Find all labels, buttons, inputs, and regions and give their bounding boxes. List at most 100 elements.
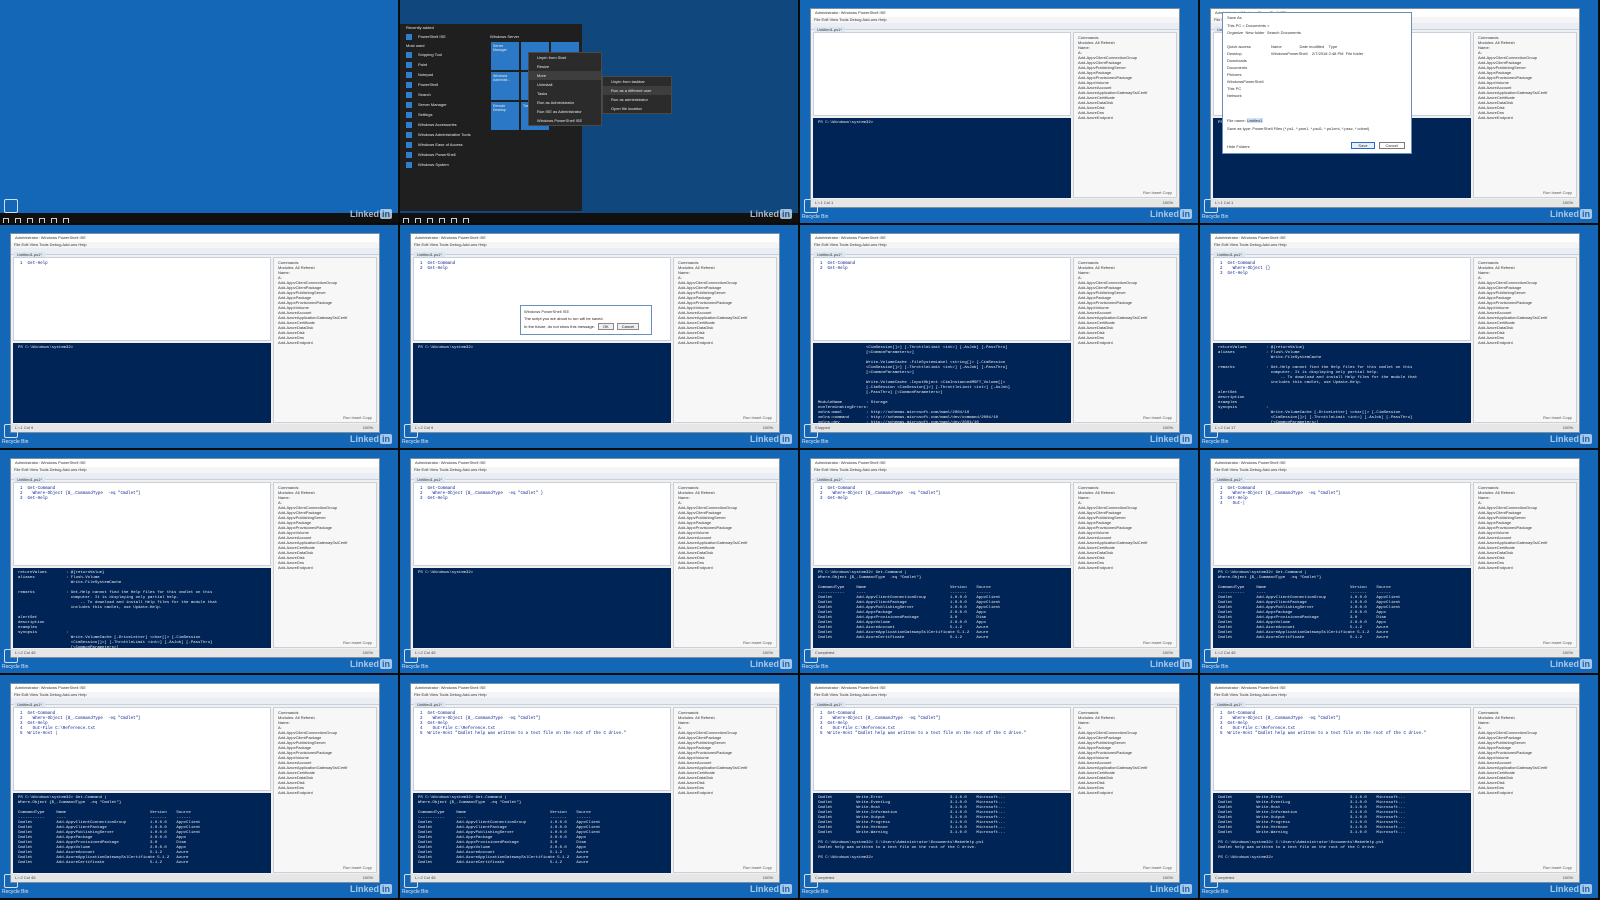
- ok-button[interactable]: OK: [597, 323, 614, 330]
- pane-buttons[interactable]: Run Insert Copy: [343, 415, 372, 420]
- console-pane[interactable]: PS C:\Windows\system32> Get-Command | Wh…: [1213, 568, 1471, 648]
- nav-item[interactable]: Network: [1227, 92, 1267, 99]
- sub-item[interactable]: Unpin from taskbar: [603, 77, 671, 86]
- console-pane[interactable]: PS C:\Windows\system32>: [813, 118, 1071, 198]
- command-list[interactable]: A: Add-AppvClientConnectionGroup Add-AppvC…: [1478, 725, 1572, 795]
- script-pane[interactable]: Untitled1.ps1* 1 Get-Command 2 Where-Obje…: [413, 477, 671, 566]
- command-list[interactable]: A: Add-AppvClientConnectionGroup Add-AppvC…: [1478, 500, 1572, 570]
- command-list-item[interactable]: Add-AzureEndpoint: [678, 340, 772, 345]
- script-code[interactable]: 1 Get-Command 2 Where-Object {$_.Command…: [1220, 487, 1341, 506]
- recycle-bin-icon[interactable]: [4, 649, 18, 663]
- script-tab[interactable]: Untitled1.ps1*: [1214, 477, 1245, 482]
- pane-buttons[interactable]: Run Insert Copy: [1143, 640, 1172, 645]
- zoom-level[interactable]: 100%: [363, 649, 373, 657]
- dialog-checkbox[interactable]: In the future, do not show this message.: [524, 324, 595, 329]
- script-tab[interactable]: Untitled1.ps1*: [14, 477, 45, 482]
- refresh-button[interactable]: Refresh: [1101, 40, 1115, 45]
- start-icon[interactable]: [403, 218, 409, 223]
- start-icon[interactable]: [3, 218, 9, 223]
- zoom-level[interactable]: 100%: [1563, 199, 1573, 207]
- script-pane[interactable]: Untitled1.ps1* 1 Get-Help: [13, 252, 271, 341]
- script-pane[interactable]: Untitled1.ps1*: [813, 27, 1071, 116]
- search-icon[interactable]: [415, 218, 421, 223]
- script-code[interactable]: 1 Get-Command 2 Get-Help: [420, 262, 455, 271]
- recycle-bin-icon[interactable]: [804, 874, 818, 888]
- command-list[interactable]: A: Add-AppvClientConnectionGroup Add-AppvC…: [1078, 500, 1172, 570]
- refresh-button[interactable]: Refresh: [1501, 265, 1515, 270]
- start-item[interactable]: Windows PowerShell: [400, 150, 582, 160]
- command-list[interactable]: A: Add-AppvClientConnectionGroup Add-AppvC…: [1078, 50, 1172, 120]
- start-item[interactable]: Windows System: [400, 160, 582, 170]
- recycle-bin-icon[interactable]: [4, 199, 18, 213]
- recycle-bin-icon[interactable]: [1204, 649, 1218, 663]
- script-tab[interactable]: Untitled1.ps1*: [1214, 702, 1245, 707]
- sub-item[interactable]: Open file location: [603, 104, 671, 113]
- ctx-item[interactable]: Run as Administrator: [529, 98, 601, 107]
- modules-select[interactable]: All: [1095, 715, 1099, 720]
- save-as-path[interactable]: This PC > Documents >: [1223, 22, 1411, 29]
- zoom-level[interactable]: 100%: [1163, 874, 1173, 882]
- modules-select[interactable]: All: [1495, 40, 1499, 45]
- nav-item[interactable]: Pictures: [1227, 71, 1267, 78]
- start-item[interactable]: Windows Ease of Access: [400, 140, 582, 150]
- script-code[interactable]: 1 Get-Command 2 Where-Object {$_.Command…: [20, 712, 141, 736]
- script-pane[interactable]: Untitled1.ps1* 1 Get-Command 2 Where-Obje…: [1213, 477, 1471, 566]
- nav-item[interactable]: Desktop: [1227, 50, 1267, 57]
- recycle-bin-icon[interactable]: [1204, 424, 1218, 438]
- command-list-item[interactable]: Add-AzureEndpoint: [1078, 790, 1172, 795]
- script-code[interactable]: 1 Get-Command 2 Where-Object {$_.Command…: [820, 487, 941, 501]
- recycle-bin-icon[interactable]: [4, 424, 18, 438]
- recycle-bin-icon[interactable]: [404, 649, 418, 663]
- console-pane[interactable]: PS C:\Windows\system32>: [413, 568, 671, 648]
- command-list-item[interactable]: Add-AzureEndpoint: [1478, 565, 1572, 570]
- folder-icon[interactable]: [51, 218, 57, 223]
- script-code[interactable]: 1 Get-Command 2 Where-Object {$_.Command…: [820, 712, 1026, 736]
- modules-select[interactable]: All: [695, 715, 699, 720]
- type-select[interactable]: PowerShell Files (*.ps1, *.psm1, *.psd1,…: [1252, 126, 1369, 131]
- pane-buttons[interactable]: Run Insert Copy: [1143, 415, 1172, 420]
- powershell-icon[interactable]: [463, 218, 469, 223]
- file-row[interactable]: WindowsPowerShell 2/7/2018 2:48 PM File …: [1271, 50, 1407, 57]
- recycle-bin-icon[interactable]: [404, 874, 418, 888]
- script-pane[interactable]: Untitled1.ps1* 1 Get-Command 2 Where-Obje…: [1213, 702, 1471, 791]
- zoom-level[interactable]: 100%: [363, 874, 373, 882]
- modules-select[interactable]: All: [1095, 40, 1099, 45]
- command-list[interactable]: A: Add-AppvClientConnectionGroup Add-AppvC…: [678, 725, 772, 795]
- ie-icon[interactable]: [39, 218, 45, 223]
- console-pane[interactable]: <CimSession[]>] [-ThrottleLimit <int>] […: [813, 343, 1071, 423]
- script-code[interactable]: 1 Get-Command 2 Where-Object {} 3 Get-He…: [1220, 262, 1270, 276]
- refresh-button[interactable]: Refresh: [701, 715, 715, 720]
- tile-server-manager[interactable]: Server Manager: [491, 42, 519, 70]
- script-tab[interactable]: Untitled1.ps1*: [14, 702, 45, 707]
- script-code[interactable]: 1 Get-Command 2 Where-Object {$_.Command…: [420, 712, 626, 736]
- zoom-level[interactable]: 100%: [363, 424, 373, 432]
- task-view-icon[interactable]: [427, 218, 433, 223]
- script-pane[interactable]: Untitled1.ps1* 1 Get-Command 2 Get-Help: [813, 252, 1071, 341]
- script-code[interactable]: 1 Get-Command 2 Where-Object {$_.Command…: [20, 487, 141, 501]
- pane-buttons[interactable]: Run Insert Copy: [1543, 865, 1572, 870]
- zoom-level[interactable]: 100%: [763, 424, 773, 432]
- script-pane[interactable]: Untitled1.ps1* 1 Get-Command 2 Where-Obje…: [13, 477, 271, 566]
- modules-select[interactable]: All: [295, 490, 299, 495]
- command-list[interactable]: A: Add-AppvClientConnectionGroup Add-AppvC…: [678, 500, 772, 570]
- recycle-bin-icon[interactable]: [804, 199, 818, 213]
- nav-item[interactable]: Quick access: [1227, 43, 1267, 50]
- pane-buttons[interactable]: Run Insert Copy: [343, 865, 372, 870]
- start-item[interactable]: Windows Administrative Tools: [400, 130, 582, 140]
- zoom-level[interactable]: 100%: [1163, 424, 1173, 432]
- zoom-level[interactable]: 100%: [763, 874, 773, 882]
- pane-buttons[interactable]: Run Insert Copy: [1543, 190, 1572, 195]
- command-list-item[interactable]: Add-AzureEndpoint: [1478, 115, 1572, 120]
- search-icon[interactable]: [15, 218, 21, 223]
- command-list-item[interactable]: Add-AzureEndpoint: [1078, 565, 1172, 570]
- command-list[interactable]: A: Add-AppvClientConnectionGroup Add-AppvC…: [278, 725, 372, 795]
- col-type[interactable]: Type: [1329, 44, 1338, 49]
- hide-folders-toggle[interactable]: Hide Folders: [1227, 144, 1250, 149]
- refresh-button[interactable]: Refresh: [1101, 265, 1115, 270]
- script-tab[interactable]: Untitled1.ps1*: [814, 702, 845, 707]
- command-list-item[interactable]: Add-AzureEndpoint: [278, 790, 372, 795]
- script-tab[interactable]: Untitled1.ps1*: [814, 27, 845, 32]
- zoom-level[interactable]: 100%: [763, 649, 773, 657]
- recycle-bin-icon[interactable]: [4, 874, 18, 888]
- script-tab[interactable]: Untitled1.ps1*: [14, 252, 45, 257]
